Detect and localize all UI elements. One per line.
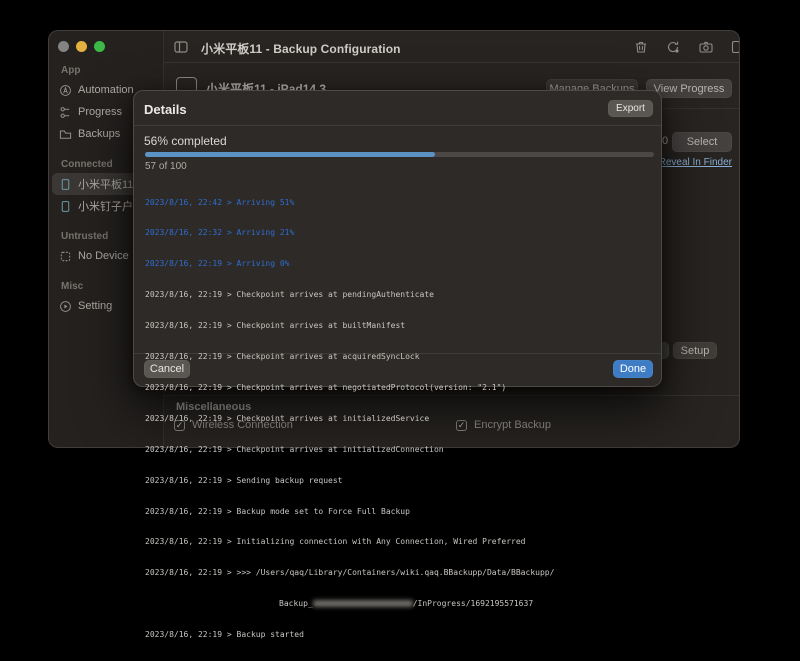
log-line: 2023/8/16, 22:19 > >>> /Users/qaq/Librar… <box>145 568 655 578</box>
log-line: 2023/8/16, 22:32 > Arriving 21% <box>145 228 655 238</box>
setting-icon <box>59 300 72 313</box>
redacted-text-blur <box>313 600 413 607</box>
log-line: 2023/8/16, 22:19 > Checkpoint arrives at… <box>145 321 655 331</box>
progress-count-label: 57 of 100 <box>145 161 187 172</box>
backup-count-label: 0 <box>662 135 668 147</box>
log-line: 2023/8/16, 22:19 > Checkpoint arrives at… <box>145 445 655 455</box>
log-line: 2023/8/16, 22:19 > Initializing connecti… <box>145 537 655 547</box>
cancel-button[interactable]: Cancel <box>144 360 190 378</box>
sidebar-item-label: Progress <box>78 106 122 118</box>
log-path-prefix: Backup_ <box>279 599 313 608</box>
log-path-suffix: /InProgress/1692195571637 <box>413 599 533 608</box>
progress-bar-fill <box>145 152 435 157</box>
details-dialog: Details Export 56% completed 57 of 100 2… <box>133 90 662 387</box>
dialog-footer-divider <box>134 353 661 354</box>
tablet-icon <box>59 200 72 213</box>
log-line: 2023/8/16, 22:19 > Checkpoint arrives at… <box>145 383 655 393</box>
sidebar-item-label: Automation <box>78 84 134 96</box>
setup-button[interactable]: Setup <box>673 342 717 359</box>
sidebar-item-label: 小米平板11 <box>78 176 133 192</box>
sidebar-item-label: No Device <box>78 250 129 262</box>
backup-log: 2023/8/16, 22:42 > Arriving 51% 2023/8/1… <box>145 177 655 661</box>
sidebar-item-label: Setting <box>78 300 112 312</box>
done-button[interactable]: Done <box>613 360 653 378</box>
progress-percent-label: 56% completed <box>144 134 227 148</box>
log-line-redacted-path: Backup_ /InProgress/1692195571637 <box>145 599 655 609</box>
log-line: 2023/8/16, 22:19 > Checkpoint arrives at… <box>145 290 655 300</box>
progress-bar <box>145 152 654 157</box>
progress-icon <box>59 106 72 119</box>
no-device-icon <box>59 250 72 263</box>
log-line: 2023/8/16, 22:19 > Sending backup reques… <box>145 476 655 486</box>
select-button[interactable]: Select <box>672 132 732 152</box>
export-button[interactable]: Export <box>608 100 653 117</box>
dialog-title: Details <box>144 102 187 117</box>
sidebar-section-app: App <box>61 65 163 77</box>
automation-icon <box>59 84 72 97</box>
backups-folder-icon <box>59 128 72 141</box>
desktop-background: 小米平板11 - Backup Configuration <box>0 0 800 508</box>
log-line: 2023/8/16, 22:19 > Backup mode set to Fo… <box>145 507 655 517</box>
sidebar-item-label: 小米钉子户 <box>78 198 133 214</box>
log-line: 2023/8/16, 22:19 > Checkpoint arrives at… <box>145 414 655 424</box>
sidebar-item-label: Backups <box>78 128 120 140</box>
log-line: 2023/8/16, 22:19 > Arriving 0% <box>145 259 655 269</box>
log-line: 2023/8/16, 22:19 > Backup started <box>145 630 655 640</box>
dialog-header-divider <box>134 125 661 126</box>
tablet-icon <box>59 178 72 191</box>
log-line: 2023/8/16, 22:42 > Arriving 51% <box>145 198 655 208</box>
